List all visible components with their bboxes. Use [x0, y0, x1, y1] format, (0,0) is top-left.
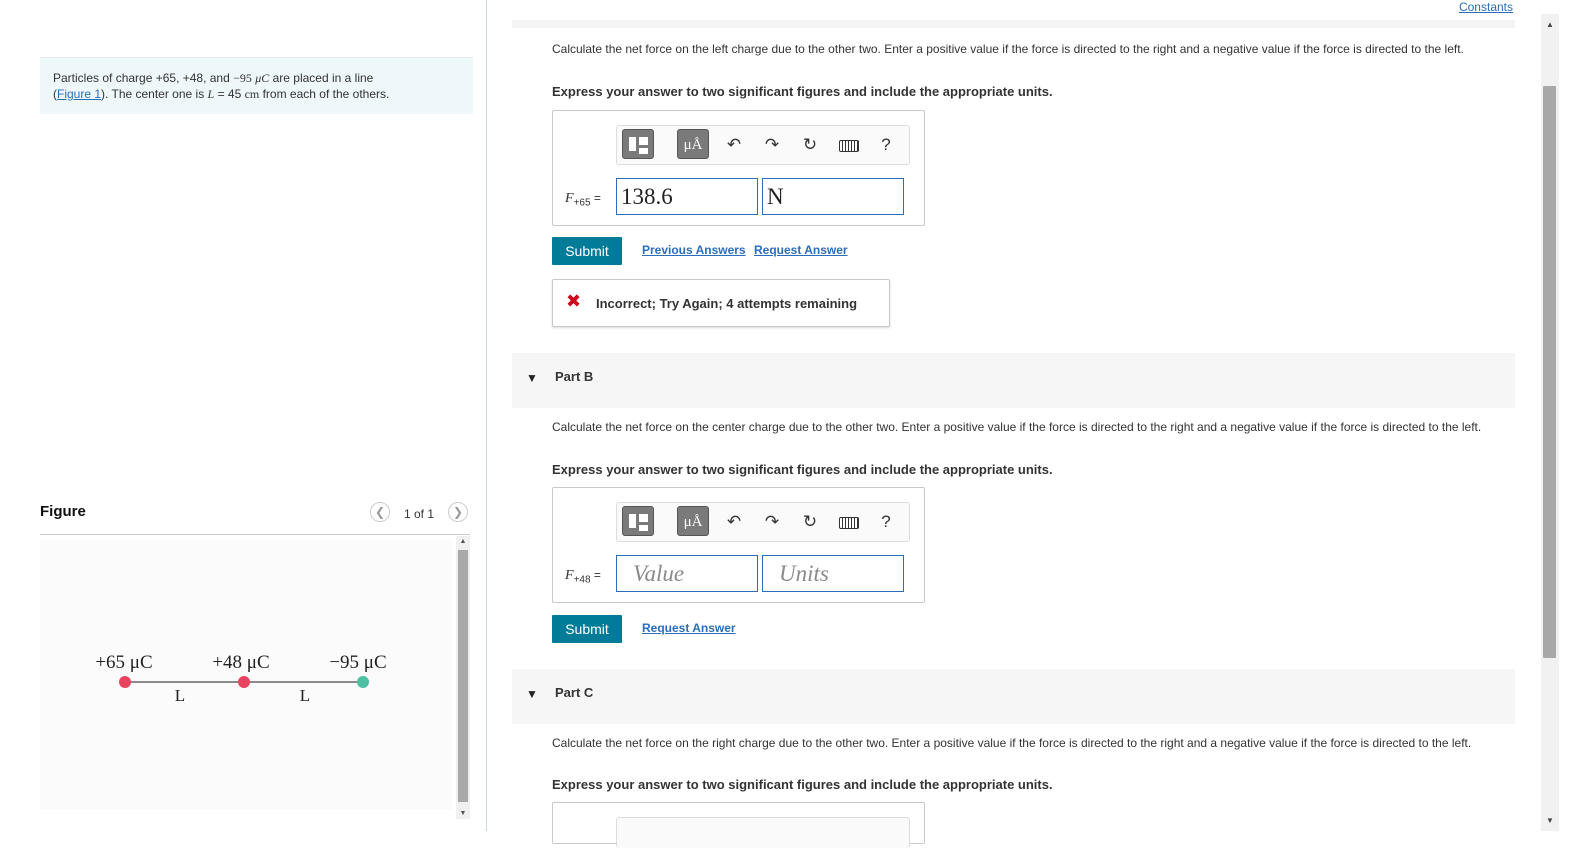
figure-count: 1 of 1: [404, 507, 435, 521]
part-b-variable-label: F+48 =: [565, 568, 601, 585]
part-a-request-answer-link[interactable]: Request Answer: [754, 243, 848, 257]
var-subscript: +65: [573, 197, 591, 209]
math-toolbar: μÅ ↶ ↷ ↻ ?: [616, 125, 910, 165]
previous-answers-link[interactable]: Previous Answers: [642, 243, 746, 257]
keyboard-icon[interactable]: [839, 517, 859, 529]
collapse-triangle-icon: ▼: [526, 371, 538, 385]
problem-text: from each of the others.: [259, 87, 390, 101]
page-scrollbar[interactable]: ▲ ▼: [1541, 14, 1559, 831]
units-button[interactable]: μÅ: [677, 129, 709, 159]
part-b-question: Calculate the net force on the center ch…: [552, 420, 1482, 434]
reset-icon[interactable]: ↻: [799, 511, 821, 533]
constants-link[interactable]: Constants: [1459, 0, 1513, 14]
figure-image: +65 μC +48 μC −95 μC L L: [40, 540, 452, 810]
scroll-up-icon[interactable]: ▲: [456, 538, 470, 545]
undo-icon[interactable]: ↶: [723, 134, 745, 156]
figure-scrollbar[interactable]: ▲ ▼: [456, 536, 470, 819]
problem-text: . The center one is: [105, 87, 208, 101]
part-c-title: Part C: [555, 685, 594, 700]
part-b-value-input[interactable]: Value: [616, 555, 758, 592]
problem-statement: Particles of charge +65, +48, and −95 μC…: [40, 57, 473, 114]
math-toolbar: [616, 817, 910, 848]
help-icon[interactable]: ?: [875, 134, 897, 156]
chevron-right-icon: ❯: [452, 505, 464, 519]
scroll-down-icon[interactable]: ▼: [1541, 816, 1559, 825]
units-icon: μÅ: [683, 137, 703, 153]
charge-label-center: +48 μC: [212, 652, 269, 673]
help-icon[interactable]: ?: [875, 511, 897, 533]
collapse-triangle-icon: ▼: [526, 687, 538, 701]
next-figure-button[interactable]: ❯: [448, 502, 468, 522]
feedback-text: Incorrect; Try Again; 4 attempts remaini…: [596, 296, 858, 311]
spacing-label: L: [175, 686, 185, 705]
incorrect-icon: ✖: [566, 291, 582, 311]
charge-diagram: +65 μC +48 μC −95 μC L L: [95, 652, 386, 705]
part-c-header[interactable]: ▼ Part C: [512, 669, 1515, 724]
equals-sign: =: [593, 568, 601, 582]
problem-unit: cm: [244, 87, 260, 101]
charge-dot-right: [357, 676, 369, 688]
problem-text: Particles of charge +65, +48, and: [53, 71, 234, 85]
var-letter: F: [565, 191, 574, 206]
scroll-thumb[interactable]: [1543, 86, 1556, 658]
units-button[interactable]: μÅ: [677, 506, 709, 536]
part-b-instructions: Express your answer to two significant f…: [552, 462, 1053, 477]
part-a-header-bar: [512, 20, 1515, 28]
problem-unit: μC: [255, 71, 270, 85]
part-c-answer-box: [552, 802, 925, 848]
part-a-variable-label: F+65 =: [565, 191, 601, 208]
equals-sign: =: [593, 191, 601, 205]
figure-title: Figure: [40, 503, 86, 520]
undo-icon[interactable]: ↶: [723, 511, 745, 533]
scroll-down-icon[interactable]: ▼: [456, 810, 470, 817]
problem-text: are placed in a line: [269, 71, 374, 85]
charge-label-left: +65 μC: [95, 652, 152, 673]
templates-button[interactable]: [622, 129, 654, 159]
keyboard-icon[interactable]: [839, 140, 859, 152]
charge-label-right: −95 μC: [329, 652, 386, 673]
figure-header: Figure ❮ 1 of 1 ❯: [40, 500, 470, 535]
part-a-answer-box: μÅ ↶ ↷ ↻ ? F+65 = 138.6 N: [552, 110, 925, 226]
reset-icon[interactable]: ↻: [799, 134, 821, 156]
scroll-thumb[interactable]: [458, 550, 468, 802]
redo-icon[interactable]: ↷: [761, 511, 783, 533]
figure-link[interactable]: Figure 1: [57, 87, 101, 101]
part-a-submit-button[interactable]: Submit: [552, 237, 622, 265]
spacing-label: L: [300, 686, 310, 705]
prev-figure-button[interactable]: ❮: [370, 502, 390, 522]
units-icon: μÅ: [683, 514, 703, 530]
part-a-units-input[interactable]: N: [762, 178, 904, 215]
chevron-left-icon: ❮: [374, 505, 386, 519]
var-letter: F: [565, 568, 574, 583]
charge-dot-center: [238, 676, 250, 688]
part-b-submit-button[interactable]: Submit: [552, 615, 622, 643]
templates-button[interactable]: [622, 506, 654, 536]
scroll-up-icon[interactable]: ▲: [1541, 20, 1559, 29]
part-b-units-input[interactable]: Units: [762, 555, 904, 592]
problem-text: = 45: [214, 87, 245, 101]
part-a-instructions: Express your answer to two significant f…: [552, 84, 1053, 99]
left-panel: Particles of charge +65, +48, and −95 μC…: [0, 0, 487, 831]
math-toolbar: μÅ ↶ ↷ ↻ ?: [616, 502, 910, 542]
part-b-request-answer-link[interactable]: Request Answer: [642, 621, 736, 635]
problem-charge: −95: [233, 71, 252, 85]
part-b-header[interactable]: ▼ Part B: [512, 353, 1515, 408]
redo-icon[interactable]: ↷: [761, 134, 783, 156]
part-a-question: Calculate the net force on the left char…: [552, 42, 1464, 56]
charge-dot-left: [119, 676, 131, 688]
part-b-answer-box: μÅ ↶ ↷ ↻ ? F+48 = Value Units: [552, 487, 925, 603]
feedback-message: ✖ Incorrect; Try Again; 4 attempts remai…: [552, 279, 890, 327]
part-a-value-input[interactable]: 138.6: [616, 178, 758, 215]
part-c-question: Calculate the net force on the right cha…: [552, 736, 1472, 750]
part-b-title: Part B: [555, 369, 594, 384]
part-c-instructions: Express your answer to two significant f…: [552, 777, 1053, 792]
var-subscript: +48: [573, 574, 591, 586]
